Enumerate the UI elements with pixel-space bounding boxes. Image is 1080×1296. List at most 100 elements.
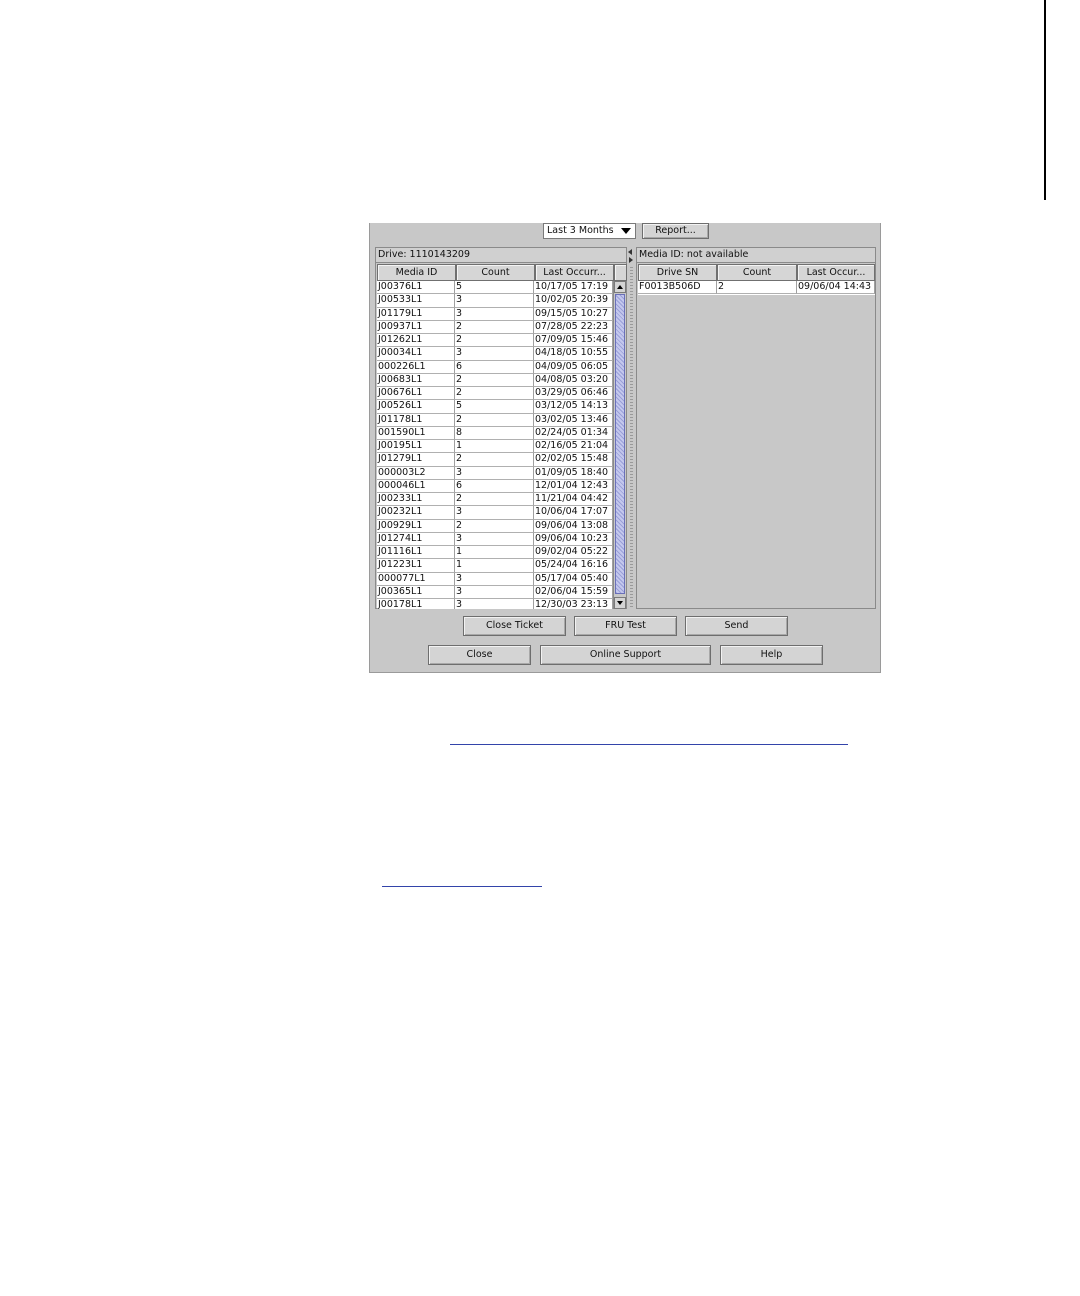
collapse-right-icon[interactable] [629,257,633,263]
table-row[interactable]: J01274L1 3 09/06/04 10:23 [377,532,613,546]
drive-table-cell: J01279L1 [377,453,455,467]
cross-reference-link[interactable] [450,744,848,745]
drive-table-cell: J01223L1 [377,559,455,573]
table-row[interactable]: J00232L1 3 10/06/04 17:07 [377,506,613,520]
drive-table-cell: J00376L1 [377,281,455,295]
splitter-grip [630,267,633,607]
table-row[interactable]: 000046L1 6 12/01/04 12:43 [377,479,613,493]
table-row[interactable]: 000077L1 3 05/17/04 05:40 [377,572,613,586]
media-table-header: Drive SN Count Last Occur... [638,264,875,281]
table-row[interactable]: J01223L1 1 05/24/04 16:16 [377,559,613,573]
drive-table-cell: J01178L1 [377,413,455,427]
table-row[interactable]: 001590L1 8 02/24/05 01:34 [377,426,613,440]
split-pane-divider[interactable] [627,247,636,609]
column-header-drive-sn[interactable]: Drive SN [638,264,717,281]
table-row[interactable]: J01178L1 2 03/02/05 13:46 [377,413,613,427]
drive-table-cell: 02/24/05 01:34 [534,426,613,440]
drive-table-cell: 07/28/05 22:23 [534,320,613,334]
table-row[interactable]: J00178L1 3 12/30/03 23:13 [377,599,613,609]
drive-table-cell: 2 [455,453,534,467]
send-button[interactable]: Send [685,616,788,636]
drive-table-scrollbar[interactable] [613,281,626,609]
report-button[interactable]: Report... [642,223,709,239]
drive-table-cell: 09/15/05 10:27 [534,307,613,321]
table-row[interactable]: J00376L1 5 10/17/05 17:19 [377,281,613,295]
drive-table-cell: 6 [455,360,534,374]
drive-table-cell: J00683L1 [377,373,455,387]
column-header-count[interactable]: Count [717,264,797,281]
drive-table-header: Media ID Count Last Occurr... [377,264,627,281]
drive-table-cell: J00526L1 [377,400,455,414]
table-row[interactable]: F0013B506D 2 09/06/04 14:43 [638,281,875,295]
drive-table-cell: 2 [455,413,534,427]
drive-table-cell: 07/09/05 15:46 [534,334,613,348]
collapse-left-icon[interactable] [628,249,632,255]
drive-table-cell: J00676L1 [377,387,455,401]
drive-table-cell: 05/17/04 05:40 [534,572,613,586]
drive-table-cell: 03/29/05 06:46 [534,387,613,401]
drive-table-cell: 3 [455,572,534,586]
help-button[interactable]: Help [720,645,823,665]
drive-table-cell: 000046L1 [377,479,455,493]
scroll-thumb[interactable] [615,294,625,594]
scroll-down-button[interactable] [614,597,626,609]
table-row[interactable]: J00533L1 3 10/02/05 20:39 [377,294,613,308]
drive-table-cell: 09/02/04 05:22 [534,546,613,560]
table-row[interactable]: J01116L1 1 09/02/04 05:22 [377,546,613,560]
drive-table-cell: 1 [455,546,534,560]
column-header-corner [614,264,627,281]
table-row[interactable]: J01279L1 2 02/02/05 15:48 [377,453,613,467]
column-header-last-occurrence[interactable]: Last Occur... [797,264,875,281]
drive-panel: Drive: 1110143209 Media ID Count Last Oc… [375,247,627,609]
drive-table-cell: 5 [455,281,534,295]
arrow-up-icon [617,285,623,289]
drive-table-cell: J00233L1 [377,493,455,507]
table-row[interactable]: J00034L1 3 04/18/05 10:55 [377,347,613,361]
drive-table-cell: J00929L1 [377,519,455,533]
drive-table-cell: 03/12/05 14:13 [534,400,613,414]
drive-table-cell: 2 [455,320,534,334]
table-row[interactable]: J01179L1 3 09/15/05 10:27 [377,307,613,321]
drive-table-cell: J01116L1 [377,546,455,560]
arrow-down-icon [617,601,623,605]
drive-table-cell: 3 [455,466,534,480]
drive-table-cell: 2 [455,373,534,387]
table-row[interactable]: J00929L1 2 09/06/04 13:08 [377,519,613,533]
close-button[interactable]: Close [428,645,531,665]
drive-table-cell: 3 [455,294,534,308]
drive-table-cell: 1 [455,559,534,573]
table-row[interactable]: J00676L1 2 03/29/05 06:46 [377,387,613,401]
table-row[interactable]: 000003L2 3 01/09/05 18:40 [377,466,613,480]
column-header-count[interactable]: Count [456,264,535,281]
table-row[interactable]: J00365L1 3 02/06/04 15:59 [377,585,613,599]
table-row[interactable]: J00937L1 2 07/28/05 22:23 [377,320,613,334]
table-row[interactable]: J01262L1 2 07/09/05 15:46 [377,334,613,348]
media-table-cell: 2 [717,281,797,295]
fru-test-button[interactable]: FRU Test [574,616,677,636]
period-select[interactable]: Last 3 Months [543,223,636,239]
drive-table-cell: J01179L1 [377,307,455,321]
drive-table-body: J00376L1 5 10/17/05 17:19 J00533L1 3 10/02/05… [377,281,613,609]
cross-reference-link[interactable] [382,886,542,887]
table-row[interactable]: J00233L1 2 11/21/04 04:42 [377,493,613,507]
drive-table-cell: 04/18/05 10:55 [534,347,613,361]
drive-table-cell: J00034L1 [377,347,455,361]
period-select-value: Last 3 Months [547,225,614,236]
close-ticket-button[interactable]: Close Ticket [463,616,566,636]
drive-table-cell: 3 [455,532,534,546]
column-header-last-occurrence[interactable]: Last Occurr... [535,264,614,281]
online-support-button[interactable]: Online Support [540,645,711,665]
table-row[interactable]: 000226L1 6 04/09/05 06:05 [377,360,613,374]
drive-table-cell: 3 [455,585,534,599]
scroll-up-button[interactable] [614,281,626,293]
drive-table-cell: 3 [455,307,534,321]
page-margin-rule [1044,0,1046,200]
table-row[interactable]: J00195L1 1 02/16/05 21:04 [377,440,613,454]
drive-table-cell: J01274L1 [377,532,455,546]
table-row[interactable]: J00526L1 5 03/12/05 14:13 [377,400,613,414]
table-row[interactable]: J00683L1 2 04/08/05 03:20 [377,373,613,387]
drive-table-cell: 2 [455,493,534,507]
drive-table-cell: J00178L1 [377,599,455,609]
column-header-media-id[interactable]: Media ID [377,264,456,281]
drive-table-cell: 1 [455,440,534,454]
